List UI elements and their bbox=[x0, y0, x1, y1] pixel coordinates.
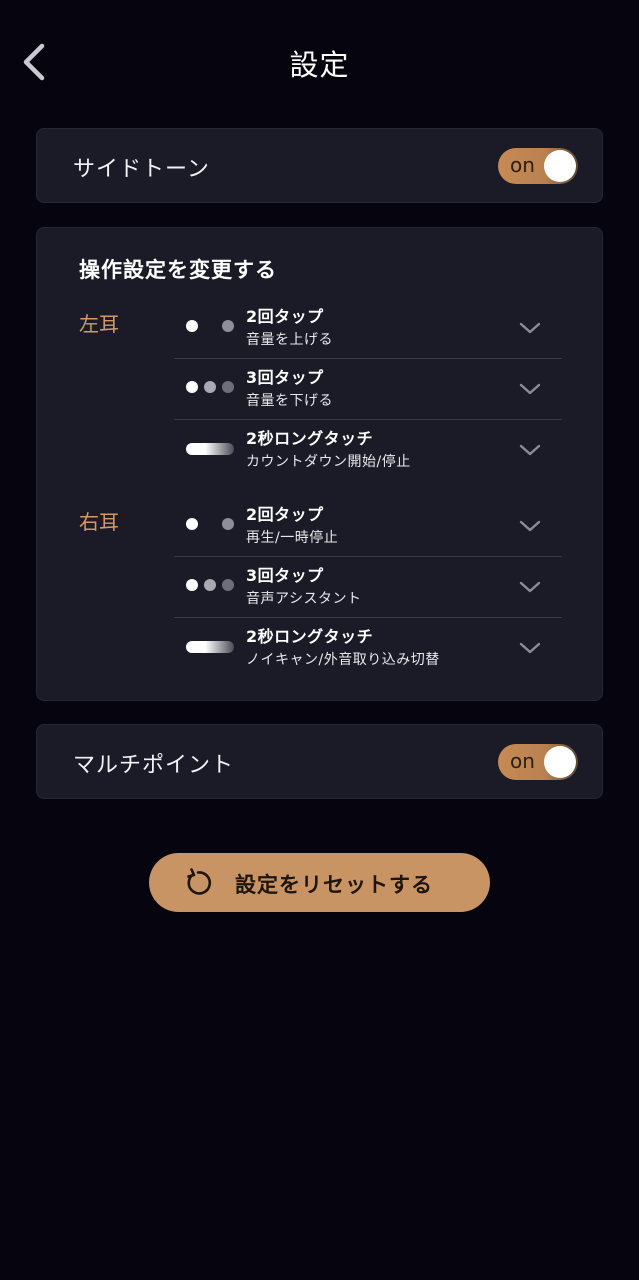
sidetone-toggle-text: on bbox=[510, 153, 535, 177]
gesture-title: 3回タップ bbox=[246, 368, 324, 387]
multipoint-toggle[interactable]: on bbox=[498, 744, 578, 780]
double-tap-icon bbox=[186, 320, 234, 334]
left-ear-long-touch-row[interactable]: 2秒ロングタッチ カウントダウン開始/停止 bbox=[174, 420, 562, 480]
sidetone-toggle[interactable]: on bbox=[498, 148, 578, 184]
gesture-action: 音量を上げる bbox=[246, 332, 333, 348]
chevron-down-icon bbox=[519, 642, 541, 654]
gesture-action: 音量を下げる bbox=[246, 393, 333, 409]
sidetone-card: サイドトーン on bbox=[36, 128, 603, 203]
chevron-down-icon bbox=[519, 322, 541, 334]
reset-settings-button[interactable]: 設定をリセットする bbox=[149, 853, 490, 912]
left-ear-triple-tap-row[interactable]: 3回タップ 音量を下げる bbox=[174, 359, 562, 420]
header: 設定 bbox=[0, 0, 639, 120]
gesture-title: 3回タップ bbox=[246, 566, 324, 585]
chevron-down-icon bbox=[519, 444, 541, 456]
left-ear-double-tap-row[interactable]: 2回タップ 音量を上げる bbox=[174, 298, 562, 359]
gesture-title: 2秒ロングタッチ bbox=[246, 627, 374, 646]
multipoint-label: マルチポイント bbox=[73, 753, 235, 778]
long-touch-icon bbox=[186, 442, 234, 456]
multipoint-card: マルチポイント on bbox=[36, 724, 603, 799]
operations-title: 操作設定を変更する bbox=[79, 258, 277, 282]
toggle-knob bbox=[544, 150, 576, 182]
reset-label: 設定をリセットする bbox=[235, 873, 433, 897]
right-ear-long-touch-row[interactable]: 2秒ロングタッチ ノイキャン/外音取り込み切替 bbox=[174, 618, 562, 678]
chevron-down-icon bbox=[519, 581, 541, 593]
right-ear-triple-tap-row[interactable]: 3回タップ 音声アシスタント bbox=[174, 557, 562, 618]
triple-tap-icon bbox=[186, 579, 234, 593]
gesture-action: 再生/一時停止 bbox=[246, 530, 339, 546]
chevron-down-icon bbox=[519, 383, 541, 395]
gesture-title: 2回タップ bbox=[246, 307, 324, 326]
multipoint-toggle-text: on bbox=[510, 749, 535, 773]
toggle-knob bbox=[544, 746, 576, 778]
triple-tap-icon bbox=[186, 381, 234, 395]
gesture-action: カウントダウン開始/停止 bbox=[246, 454, 411, 470]
long-touch-icon bbox=[186, 640, 234, 654]
right-ear-label: 右耳 bbox=[79, 510, 119, 534]
gesture-action: 音声アシスタント bbox=[246, 591, 362, 607]
operations-card: 操作設定を変更する 左耳 2回タップ 音量を上げる 3回タップ 音量を下げる 2… bbox=[36, 227, 603, 701]
right-ear-double-tap-row[interactable]: 2回タップ 再生/一時停止 bbox=[174, 496, 562, 557]
reset-icon bbox=[187, 868, 212, 895]
left-ear-label: 左耳 bbox=[79, 312, 119, 336]
sidetone-label: サイドトーン bbox=[73, 157, 210, 182]
gesture-title: 2回タップ bbox=[246, 505, 324, 524]
chevron-down-icon bbox=[519, 520, 541, 532]
gesture-action: ノイキャン/外音取り込み切替 bbox=[246, 652, 440, 668]
double-tap-icon bbox=[186, 518, 234, 532]
page-title: 設定 bbox=[289, 48, 350, 82]
gesture-title: 2秒ロングタッチ bbox=[246, 429, 374, 448]
